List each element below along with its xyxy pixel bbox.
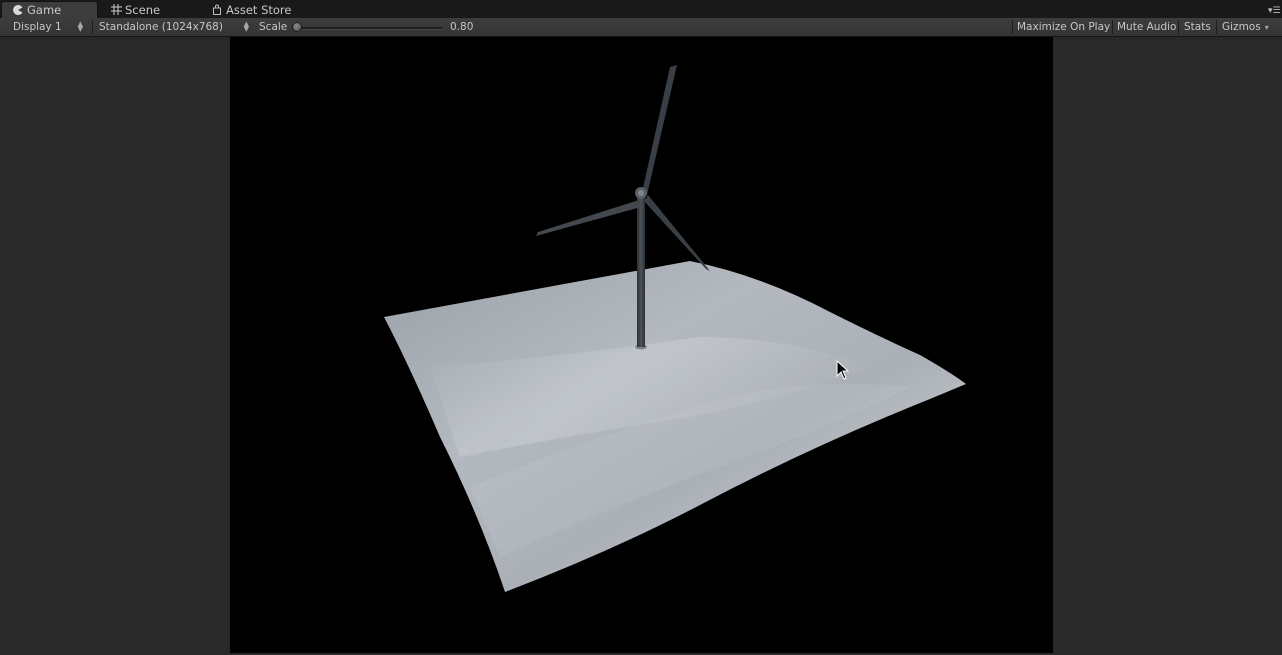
scale-slider-track[interactable] [296,27,442,30]
tab-game[interactable]: Game [1,1,98,18]
tab-scene[interactable]: Scene [110,1,200,18]
tab-asset-store[interactable]: Asset Store [211,1,311,18]
panel-menu-icon[interactable]: ▾☰ [1268,6,1281,16]
gizmos-label: Gizmos [1222,21,1261,33]
resolution-value: Standalone (1024x768) [99,21,223,33]
game-view-canvas[interactable] [230,37,1053,653]
display-value: Display 1 [13,21,62,33]
scene-render [384,65,966,592]
dropdown-arrow-icon: ▾ [1264,22,1269,32]
stats-toggle[interactable]: Stats [1179,18,1216,36]
tab-label: Asset Store [226,2,292,17]
tab-label: Game [27,3,62,17]
maximize-on-play-toggle[interactable]: Maximize On Play [1012,18,1115,36]
mute-audio-toggle[interactable]: Mute Audio [1112,18,1181,36]
scale-value: 0.80 [450,21,474,33]
resolution-dropdown[interactable]: Standalone (1024x768) ▲ ▼ [94,18,252,36]
bag-icon [211,4,223,16]
pacman-icon [12,4,24,16]
tab-label: Scene [125,2,161,17]
mouse-cursor-icon [836,360,850,380]
display-dropdown[interactable]: Display 1 ▲ ▼ [8,18,86,36]
tab-strip: Game Scene Asset Store ▾☰ [0,0,1282,18]
updown-arrows-icon: ▲ ▼ [243,20,249,33]
updown-arrows-icon: ▲ ▼ [77,20,83,33]
gizmos-toggle[interactable]: Gizmos ▾ [1217,18,1274,36]
scale-label: Scale [259,21,288,33]
game-toolbar: Display 1 ▲ ▼ Standalone (1024x768) ▲ ▼ Sc… [0,18,1282,37]
scale-slider-thumb[interactable] [292,22,302,32]
divider [92,20,93,34]
unity-editor-window: Game Scene Asset Store ▾☰ Display 1 ▲ ▼ … [0,0,1282,655]
grid-icon [110,4,122,16]
